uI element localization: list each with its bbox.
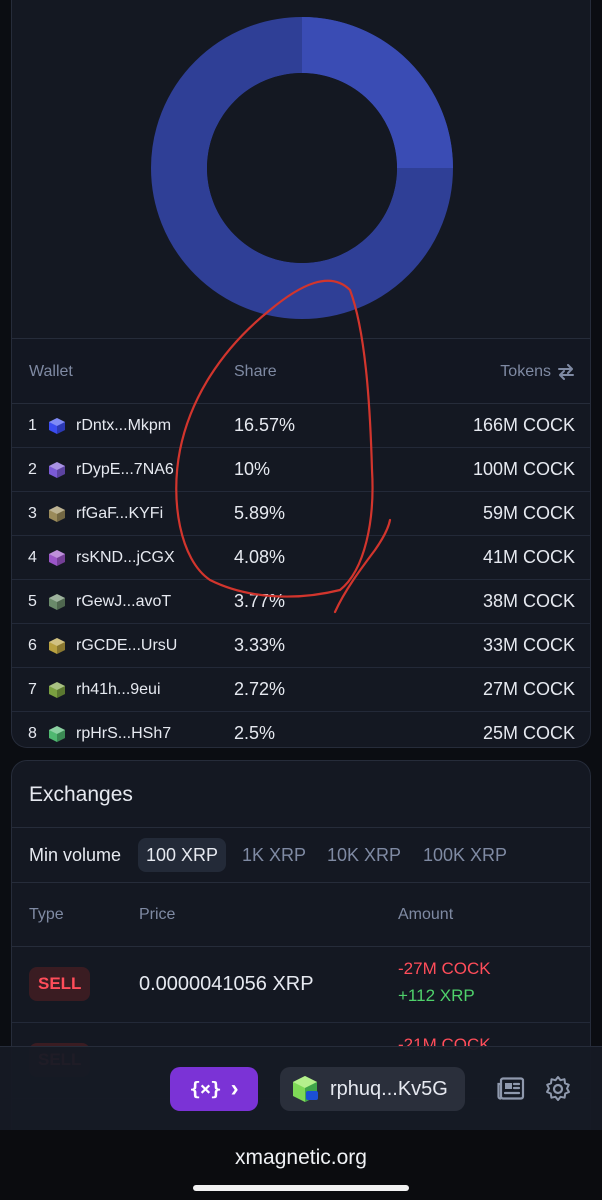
holder-rank: 4 (28, 549, 37, 566)
holder-address[interactable]: rh41h...9eui (76, 681, 161, 699)
volume-option-1k[interactable]: 1K XRP (234, 838, 314, 872)
holder-address[interactable]: rGewJ...avoT (76, 593, 171, 611)
wallet-address: rphuq...Kv5G (330, 1077, 448, 1100)
holder-share: 16.57% (234, 415, 296, 435)
newspaper-icon[interactable] (497, 1077, 525, 1101)
holder-share: 10% (234, 459, 271, 479)
holder-tokens: 27M COCK (482, 679, 575, 699)
page: Wallet Share Tokens 1 rDntx...Mkpm 16.57% 1… (0, 0, 602, 1200)
wallet-avatar-icon (49, 506, 65, 522)
donut-svg (151, 17, 453, 319)
bottom-toolbar: {×} › rphuq...Kv5G (0, 1046, 602, 1130)
holder-address[interactable]: rsKND...jCGX (76, 549, 175, 567)
holder-row[interactable]: 3 rfGaF...KYFi 5.89% 59M COCK (12, 492, 590, 536)
exchange-row[interactable]: SELL 0.0000041056 XRP -27M COCK +112 XRP (12, 947, 590, 1023)
url-text[interactable]: xmagnetic.org (0, 1146, 602, 1170)
exchanges-table-header: Type Price Amount (12, 883, 590, 947)
col-amount: Amount (398, 906, 454, 923)
col-share: Share (234, 363, 277, 380)
holder-share: 2.72% (234, 679, 286, 699)
holder-share: 5.89% (234, 503, 286, 523)
min-volume-label: Min volume (29, 845, 122, 865)
holders-card: Wallet Share Tokens 1 rDntx...Mkpm 16.57% 1… (11, 0, 591, 748)
wallet-avatar-icon (49, 462, 65, 478)
holder-tokens: 38M COCK (482, 591, 575, 611)
chevron-right-icon: › (230, 1075, 239, 1102)
wallet-avatar-icon (49, 726, 65, 742)
holder-row[interactable]: 8 rpHrS...HSh7 2.5% 25M COCK (12, 712, 590, 747)
holder-address[interactable]: rGCDE...UrsU (76, 637, 177, 655)
wallet-cube-icon (293, 1076, 318, 1102)
wallet-avatar-icon (49, 638, 65, 654)
holder-share: 3.33% (234, 635, 286, 655)
wallet-avatar-icon (49, 594, 65, 610)
min-volume-filter: Min volume 100 XRP 1K XRP 10K XRP 100K X… (12, 827, 590, 883)
holder-share: 2.5% (234, 723, 276, 743)
holder-address[interactable]: rDntx...Mkpm (76, 417, 171, 435)
holder-tokens: 166M COCK (472, 415, 575, 435)
holder-rank: 6 (28, 637, 37, 654)
holder-tokens: 25M COCK (482, 723, 575, 743)
col-price: Price (139, 906, 176, 923)
holder-address[interactable]: rpHrS...HSh7 (76, 725, 171, 743)
exchange-amount-xrp: +112 XRP (398, 986, 475, 1005)
wallet-button[interactable]: rphuq...Kv5G (280, 1067, 465, 1111)
sell-badge: SELL (29, 967, 91, 1001)
holder-tokens: 59M COCK (482, 503, 575, 523)
holder-tokens: 41M COCK (482, 547, 575, 567)
holder-row[interactable]: 2 rDypE...7NA6 10% 100M COCK (12, 448, 590, 492)
holder-row[interactable]: 6 rGCDE...UrsU 3.33% 33M COCK (12, 624, 590, 668)
code-braces-icon: {×} (189, 1078, 221, 1100)
holder-rank: 1 (28, 417, 37, 434)
holder-rank: 2 (28, 461, 37, 478)
holder-tokens: 33M COCK (482, 635, 575, 655)
holder-tokens: 100M COCK (472, 459, 575, 479)
col-tokens-label: Tokens (500, 363, 551, 380)
xmagnetic-menu-button[interactable]: {×} › (170, 1067, 258, 1111)
holders-table-header: Wallet Share Tokens (12, 338, 590, 404)
exchange-amount-token: -27M COCK (398, 959, 491, 978)
volume-option-100[interactable]: 100 XRP (138, 838, 227, 872)
holder-row[interactable]: 5 rGewJ...avoT 3.77% 38M COCK (12, 580, 590, 624)
holder-address[interactable]: rfGaF...KYFi (76, 505, 163, 523)
wallet-avatar-icon (49, 682, 65, 698)
exchange-price: 0.0000041056 XRP (139, 973, 314, 995)
holder-share: 4.08% (234, 547, 286, 567)
holder-rank: 3 (28, 505, 37, 522)
volume-option-10k[interactable]: 10K XRP (319, 838, 409, 872)
wallet-avatar-icon (49, 418, 65, 434)
col-type: Type (29, 906, 64, 923)
swap-arrows-icon[interactable] (557, 364, 575, 380)
volume-option-100k[interactable]: 100K XRP (415, 838, 515, 872)
home-indicator[interactable] (193, 1185, 409, 1191)
holder-row[interactable]: 1 rDntx...Mkpm 16.57% 166M COCK (12, 404, 590, 448)
holder-share: 3.77% (234, 591, 286, 611)
gear-icon[interactable] (544, 1075, 572, 1103)
holders-donut-chart (12, 0, 590, 338)
col-tokens[interactable]: Tokens (500, 363, 575, 381)
donut-hole (207, 73, 397, 263)
browser-url-bar: xmagnetic.org (0, 1130, 602, 1200)
holder-rank: 5 (28, 593, 37, 610)
holder-rank: 7 (28, 681, 37, 698)
holder-row[interactable]: 7 rh41h...9eui 2.72% 27M COCK (12, 668, 590, 712)
holder-rank: 8 (28, 725, 37, 742)
holder-address[interactable]: rDypE...7NA6 (76, 461, 174, 479)
holder-row[interactable]: 4 rsKND...jCGX 4.08% 41M COCK (12, 536, 590, 580)
wallet-avatar-icon (49, 550, 65, 566)
exchanges-title: Exchanges (29, 783, 133, 806)
col-wallet: Wallet (29, 363, 73, 380)
